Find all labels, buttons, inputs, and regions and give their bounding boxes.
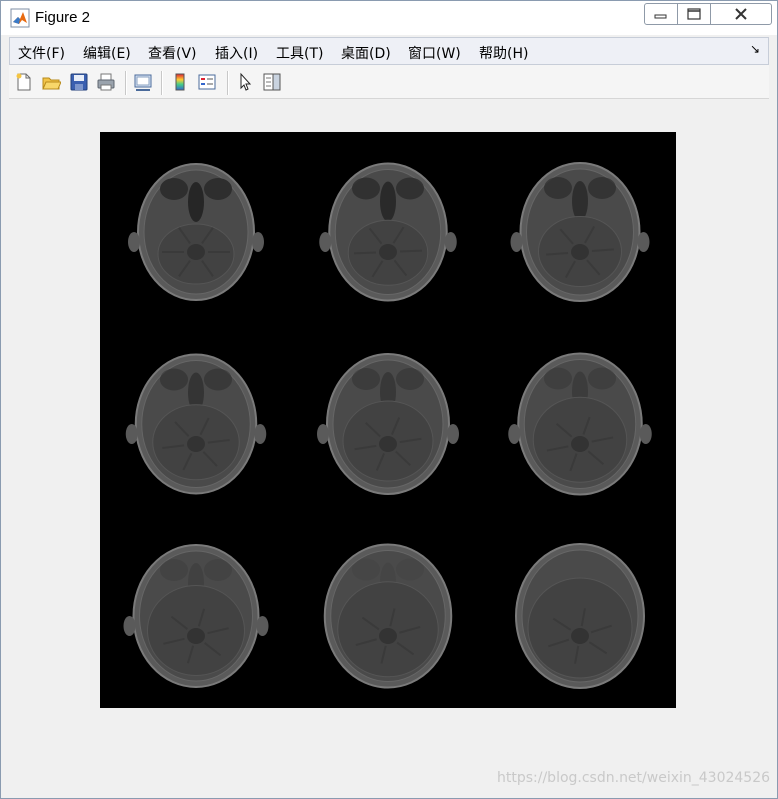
menu-window[interactable]: 窗口(W) — [408, 43, 461, 63]
colorbar-icon — [175, 73, 185, 91]
mri-slice-6 — [508, 352, 652, 496]
menu-help[interactable]: 帮助(H) — [479, 43, 528, 63]
figure-toolbar — [9, 65, 769, 99]
maximize-icon — [687, 8, 701, 20]
minimize-button[interactable] — [644, 3, 678, 25]
legend-icon — [198, 74, 216, 90]
print-icon — [97, 73, 115, 91]
menu-bar: 文件(F) 编辑(E) 查看(V) 插入(I) 工具(T) 桌面(D) 窗口(W… — [9, 37, 769, 65]
dock-arrow-icon[interactable]: ↘ — [750, 42, 760, 56]
mri-slice-2 — [319, 162, 457, 302]
menu-desktop[interactable]: 桌面(D) — [341, 43, 391, 63]
watermark-text: https://blog.csdn.net/weixin_43024526 — [497, 770, 771, 786]
new-figure-button[interactable] — [13, 71, 35, 93]
toolbar-separator — [161, 71, 163, 95]
minimize-icon — [654, 14, 667, 19]
edit-plot-icon — [240, 72, 252, 91]
close-icon — [735, 8, 747, 20]
link-plot-icon — [134, 74, 152, 91]
menu-file[interactable]: 文件(F) — [18, 43, 65, 63]
new-figure-icon — [16, 73, 31, 91]
maximize-button[interactable] — [677, 3, 711, 25]
mri-slice-3 — [510, 162, 650, 302]
mri-montage-image — [123, 162, 652, 689]
property-inspector-icon — [263, 73, 281, 91]
menu-view[interactable]: 查看(V) — [148, 43, 197, 63]
insert-legend-button[interactable] — [196, 71, 218, 93]
open-file-icon — [42, 77, 61, 90]
mri-slice-9 — [515, 543, 645, 689]
close-button[interactable] — [710, 3, 772, 25]
matlab-logo-icon — [10, 8, 30, 28]
open-file-button[interactable] — [40, 71, 62, 93]
menu-insert[interactable]: 插入(I) — [215, 43, 258, 63]
insert-colorbar-button[interactable] — [169, 71, 191, 93]
image-axes[interactable] — [100, 132, 676, 708]
print-button[interactable] — [95, 71, 117, 93]
mri-slice-4 — [125, 353, 267, 495]
toolbar-separator — [227, 71, 229, 95]
mri-slice-8 — [323, 543, 453, 689]
property-inspector-button[interactable] — [261, 71, 283, 93]
save-button[interactable] — [68, 71, 90, 93]
save-icon — [70, 73, 88, 91]
menu-tools[interactable]: 工具(T) — [276, 43, 323, 63]
mri-slice-7 — [123, 544, 269, 688]
title-bar[interactable]: Figure 2 — [1, 1, 777, 35]
toolbar-separator — [125, 71, 127, 95]
mri-slice-5 — [317, 353, 459, 495]
window-title: Figure 2 — [35, 9, 91, 26]
edit-plot-button[interactable] — [234, 71, 256, 93]
mri-slice-1 — [128, 163, 264, 301]
link-plot-button[interactable] — [132, 71, 154, 93]
menu-edit[interactable]: 编辑(E) — [83, 43, 131, 63]
